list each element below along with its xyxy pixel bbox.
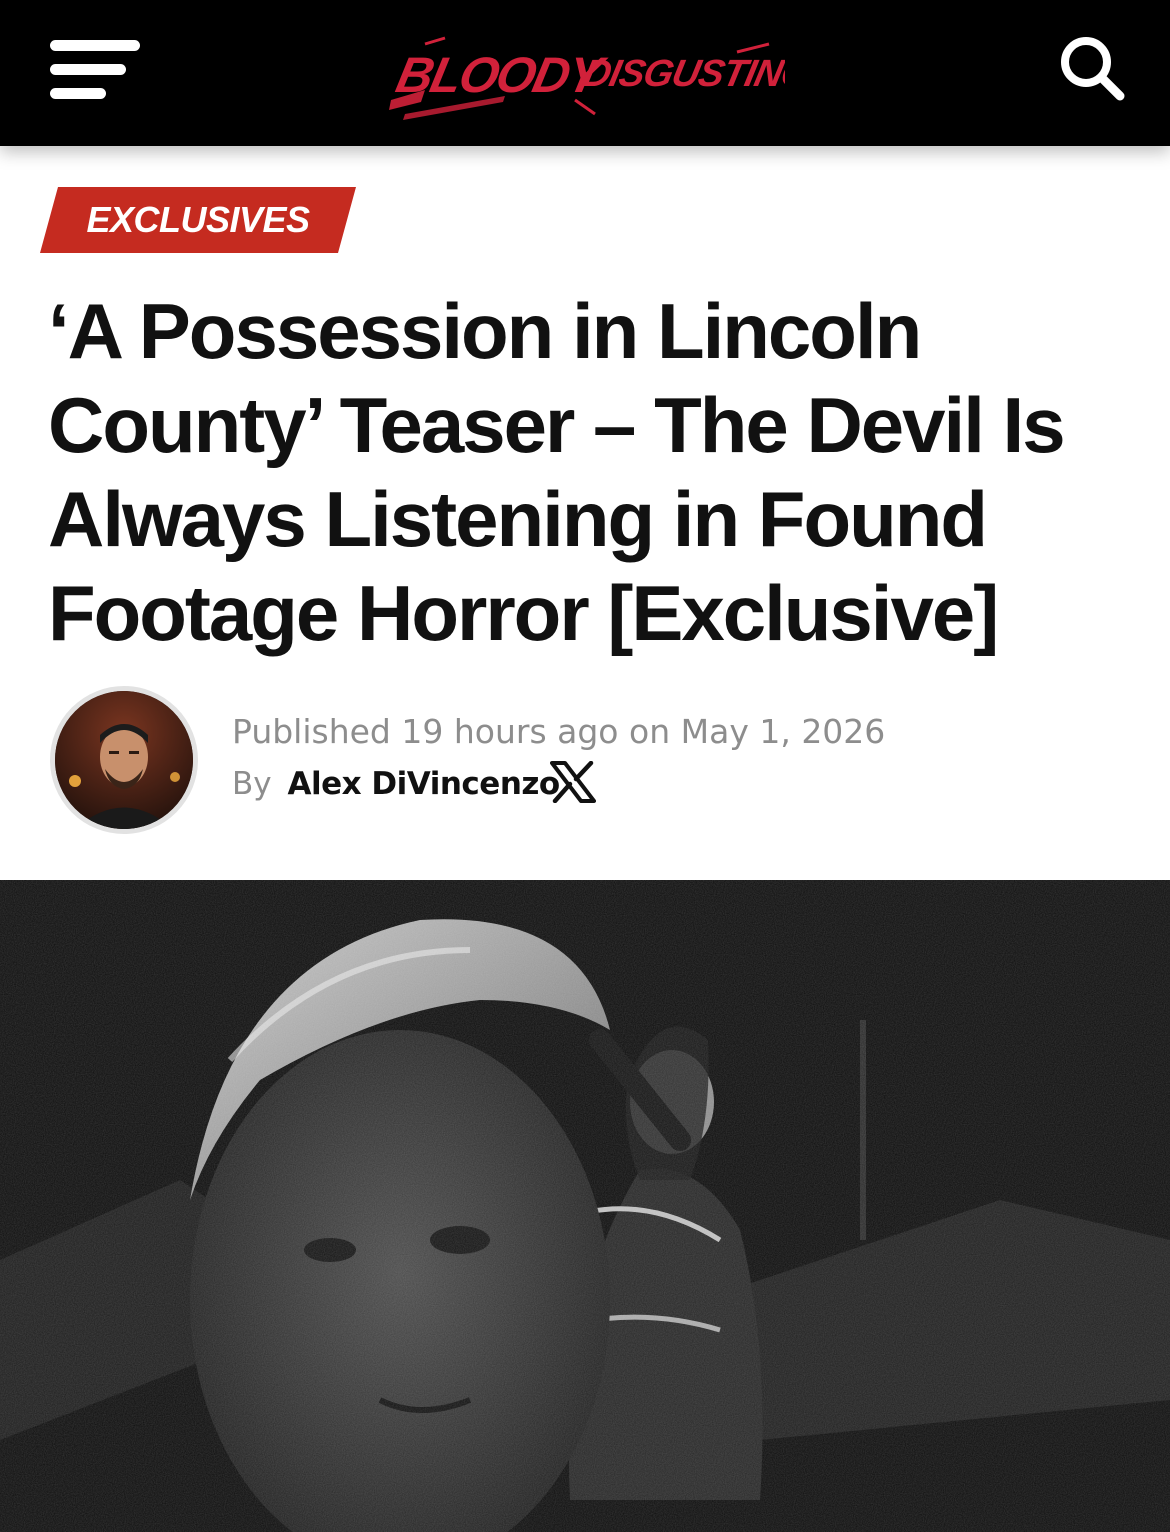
category-badge[interactable]: EXCLUSIVES bbox=[40, 187, 356, 253]
author-name-link[interactable]: Alex DiVincenzo bbox=[287, 766, 560, 802]
category-label: EXCLUSIVES bbox=[86, 199, 310, 240]
article-headline: ‘A Possession in Lincoln County’ Teaser … bbox=[48, 287, 1066, 657]
by-label: By bbox=[232, 766, 272, 802]
byline: By Alex DiVincenzo bbox=[232, 766, 560, 802]
site-header: BLOODY DISGUSTING bbox=[0, 0, 1170, 146]
svg-text:DISGUSTING: DISGUSTING bbox=[579, 52, 785, 95]
site-logo[interactable]: BLOODY DISGUSTING bbox=[385, 30, 785, 126]
menu-bar bbox=[50, 88, 106, 99]
menu-bar bbox=[50, 40, 140, 51]
published-relative: 19 hours ago bbox=[401, 712, 619, 751]
menu-bar bbox=[50, 64, 126, 75]
hamburger-menu-icon[interactable] bbox=[40, 36, 150, 108]
publish-info: Published 19 hours ago on May 1, 2026 bbox=[232, 712, 885, 751]
published-label: Published bbox=[232, 712, 391, 751]
published-on: on bbox=[629, 712, 671, 751]
search-icon[interactable] bbox=[1052, 28, 1132, 108]
hero-image[interactable] bbox=[0, 880, 1170, 1532]
x-logo-icon[interactable] bbox=[550, 760, 596, 804]
published-date: May 1, 2026 bbox=[680, 712, 886, 751]
author-avatar[interactable] bbox=[50, 686, 198, 834]
